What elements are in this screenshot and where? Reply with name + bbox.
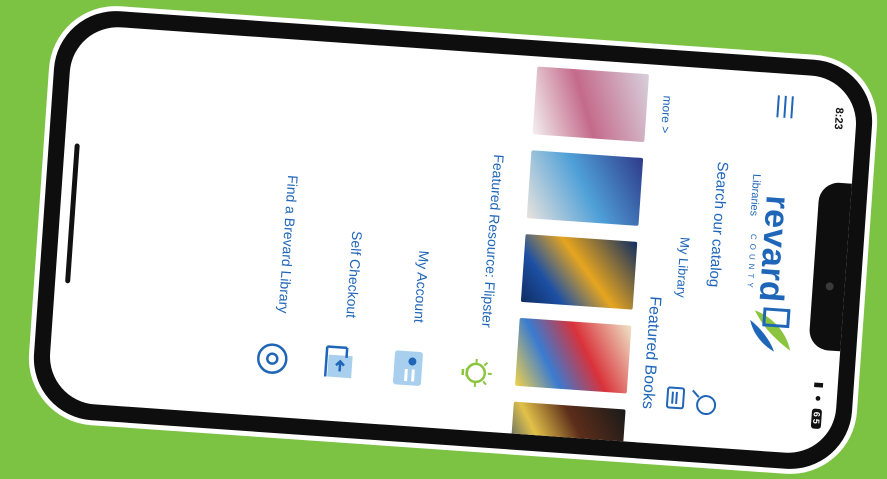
featured-books-carousel[interactable] — [509, 66, 650, 457]
brevard-logo-mark-icon — [750, 307, 791, 352]
status-time: 8:23 — [831, 107, 846, 131]
phone-notch — [808, 181, 854, 352]
book-cover[interactable] — [532, 66, 650, 143]
my-library-label: My Library — [673, 236, 693, 299]
lightbulb-icon — [461, 358, 492, 387]
menu-item-label: My Account — [411, 250, 433, 324]
battery-icon: 65 — [810, 408, 823, 430]
self-checkout-icon — [323, 345, 353, 379]
book-cover[interactable] — [526, 150, 644, 226]
signal-icon: ▮ ● — [811, 381, 825, 405]
account-card-icon — [392, 350, 423, 386]
menu-item-label: Featured Resource: Flipster — [478, 153, 508, 329]
search-catalog-label: Search our catalog — [705, 161, 732, 288]
home-indicator[interactable] — [65, 143, 80, 284]
menu-item-label: Self Checkout — [343, 230, 366, 319]
menu-item-label: Find a Brevard Library — [275, 174, 302, 314]
search-icon — [695, 394, 717, 416]
library-card-icon — [665, 386, 686, 410]
phone-device: 8:23 ▮ ● 65 revard COUNTY Libraries Sear… — [29, 6, 877, 474]
brevard-libraries-logo: revard COUNTY Libraries — [733, 163, 807, 367]
hamburger-menu-icon[interactable] — [776, 95, 794, 119]
featured-books-title: Featured Books — [638, 295, 664, 410]
camera — [825, 282, 834, 291]
status-icons: ▮ ● 65 — [810, 382, 826, 430]
location-pin-icon — [257, 343, 288, 374]
featured-more-link[interactable]: more > — [658, 95, 675, 134]
app-header: revard COUNTY Libraries — [723, 71, 819, 453]
book-cover[interactable] — [509, 401, 626, 457]
phone-screen: 8:23 ▮ ● 65 revard COUNTY Libraries Sear… — [46, 23, 860, 457]
book-cover[interactable] — [514, 317, 632, 394]
book-cover[interactable] — [520, 234, 638, 310]
